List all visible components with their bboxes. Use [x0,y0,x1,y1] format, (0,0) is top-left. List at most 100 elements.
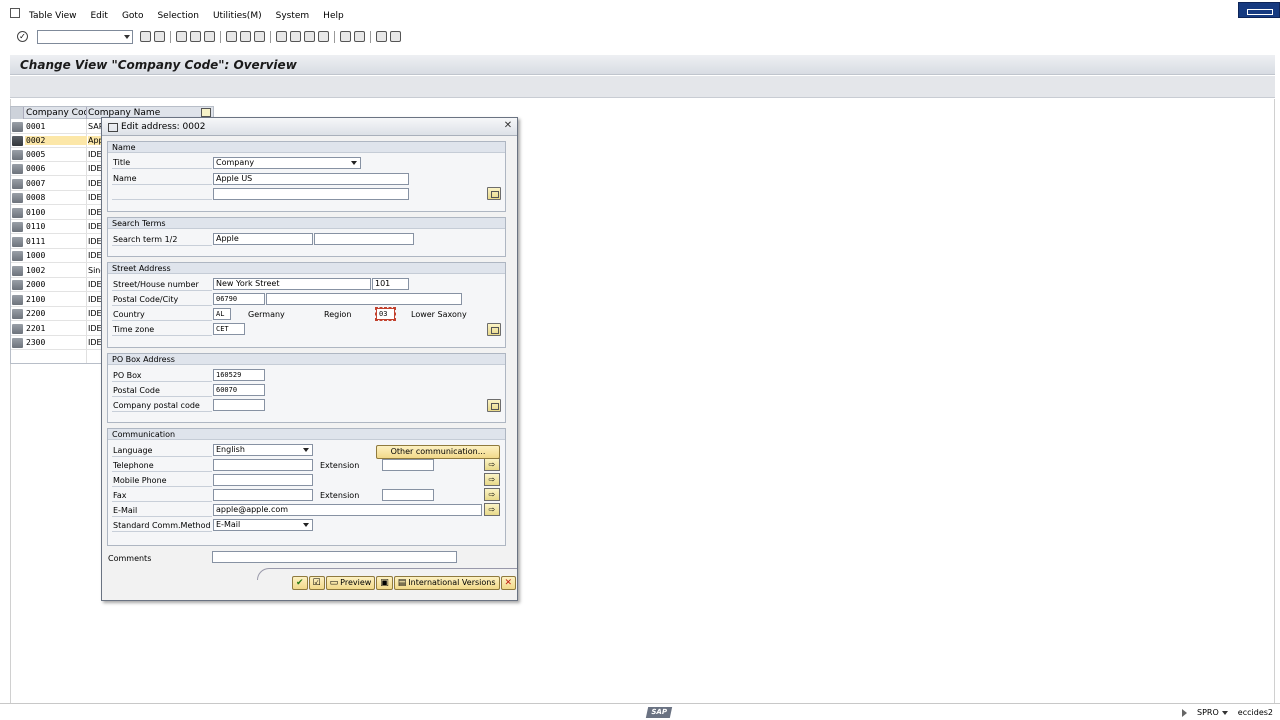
fax-field[interactable] [213,489,313,501]
row-selector[interactable] [12,136,23,146]
command-field[interactable] [37,30,133,44]
check-entries-button[interactable]: ☑ [308,576,325,590]
preview-button[interactable]: ▭ Preview [325,576,376,590]
menu-utilities[interactable]: Utilities(M) [213,11,262,21]
window-controls[interactable] [1238,2,1280,18]
command-field-dropdown-icon[interactable] [124,35,130,39]
system-menu-icon[interactable] [10,8,20,18]
find-next-icon[interactable] [254,31,265,42]
table-settings-icon[interactable] [201,108,211,117]
international-versions-button[interactable]: ▤ International Versions [393,576,500,590]
shortcut-icon[interactable] [354,31,365,42]
find-icon[interactable] [240,31,251,42]
name-more-fields-icon[interactable] [487,187,501,200]
extension-field[interactable] [382,459,434,471]
time-zone-label: Time zone [112,323,212,336]
row-selector[interactable] [12,222,23,232]
city-field[interactable] [266,293,462,305]
email-more-icon[interactable]: ⇨ [484,503,500,516]
row-selector[interactable] [12,295,23,305]
language-select[interactable]: English [213,444,313,456]
menu-selection[interactable]: Selection [157,11,198,21]
first-page-icon[interactable] [276,31,287,42]
menu-table-view[interactable]: Table View [29,11,77,21]
cell-company-name: IDE [88,251,102,260]
last-page-icon[interactable] [318,31,329,42]
other-communication-button[interactable]: Other communication... [376,445,500,459]
cancel-button[interactable]: ✕ [500,576,517,590]
menu-goto[interactable]: Goto [122,11,144,21]
row-selector[interactable] [12,193,23,203]
pobox-more-fields-icon[interactable] [487,399,501,412]
company-postal-code-field[interactable] [213,399,265,411]
back-icon[interactable] [176,31,187,42]
transaction-code[interactable]: SPRO [1197,708,1228,717]
row-selector[interactable] [12,251,23,261]
name-group: Name Title Company Name Apple US [107,141,506,212]
street-field[interactable]: New York Street [213,278,371,290]
back-triangle-icon[interactable] [140,31,151,42]
menu-edit[interactable]: Edit [91,11,108,21]
cancel-icon[interactable] [204,31,215,42]
row-selector[interactable] [12,208,23,218]
row-selector[interactable] [12,324,23,334]
country-field[interactable]: AL [213,308,231,320]
print-icon[interactable] [226,31,237,42]
mobile-more-icon[interactable]: ⇨ [484,473,500,486]
row-selector[interactable] [12,179,23,189]
street-more-fields-icon[interactable] [487,323,501,336]
row-selector[interactable] [12,338,23,348]
house-number-field[interactable]: 101 [372,278,409,290]
email-field[interactable]: apple@apple.com [213,504,482,516]
name2-field[interactable] [213,188,409,200]
status-expand-icon[interactable] [1182,708,1188,717]
postal-code-field[interactable]: 06790 [213,293,265,305]
row-selector[interactable] [12,266,23,276]
chevron-down-icon [1221,711,1228,715]
row-selector[interactable] [12,280,23,290]
po-box-field[interactable]: 160529 [213,369,265,381]
group-title: Search Terms [108,218,505,229]
region-field[interactable]: 03 [375,307,396,321]
column-header-company-code[interactable]: Company Code [26,108,86,118]
cell-company-code: 0001 [26,122,46,131]
new-session-icon[interactable] [340,31,351,42]
row-selector[interactable] [12,150,23,160]
row-selector[interactable] [12,122,23,132]
customize-layout-icon[interactable] [390,31,401,42]
name-field[interactable]: Apple US [213,173,409,185]
row-selector[interactable] [12,237,23,247]
menu-help[interactable]: Help [323,11,344,21]
standard-method-select[interactable]: E-Mail [213,519,313,531]
fax-extension-field[interactable] [382,489,434,501]
cell-company-code: 2000 [26,280,46,289]
mobile-field[interactable] [213,474,313,486]
select-all-cell[interactable] [11,107,24,119]
street-label: Street/House number [112,278,212,291]
telephone-field[interactable] [213,459,313,471]
toolbar-icons [140,31,401,43]
enter-check-icon[interactable]: ✓ [17,31,28,42]
lock-button[interactable]: ▣ [376,576,393,590]
title-select[interactable]: Company [213,157,361,169]
help-icon[interactable] [376,31,387,42]
next-page-icon[interactable] [304,31,315,42]
row-selector[interactable] [12,164,23,174]
po-postal-code-field[interactable]: 60070 [213,384,265,396]
menu-system[interactable]: System [276,11,310,21]
exit-icon[interactable] [190,31,201,42]
row-selector[interactable] [12,309,23,319]
save-icon[interactable] [154,31,165,42]
language-label: Language [112,444,212,457]
previous-page-icon[interactable] [290,31,301,42]
cell-company-code: 2300 [26,338,46,347]
close-icon[interactable]: ✕ [502,120,514,132]
search-term-1-field[interactable]: Apple [213,233,313,245]
time-zone-field[interactable]: CET [213,323,245,335]
toolbar-separator [270,31,271,43]
search-term-2-field[interactable] [314,233,414,245]
fax-more-icon[interactable]: ⇨ [484,488,500,501]
confirm-button[interactable]: ✔ [292,576,308,590]
telephone-more-icon[interactable]: ⇨ [484,458,500,471]
comments-field[interactable] [212,551,457,563]
